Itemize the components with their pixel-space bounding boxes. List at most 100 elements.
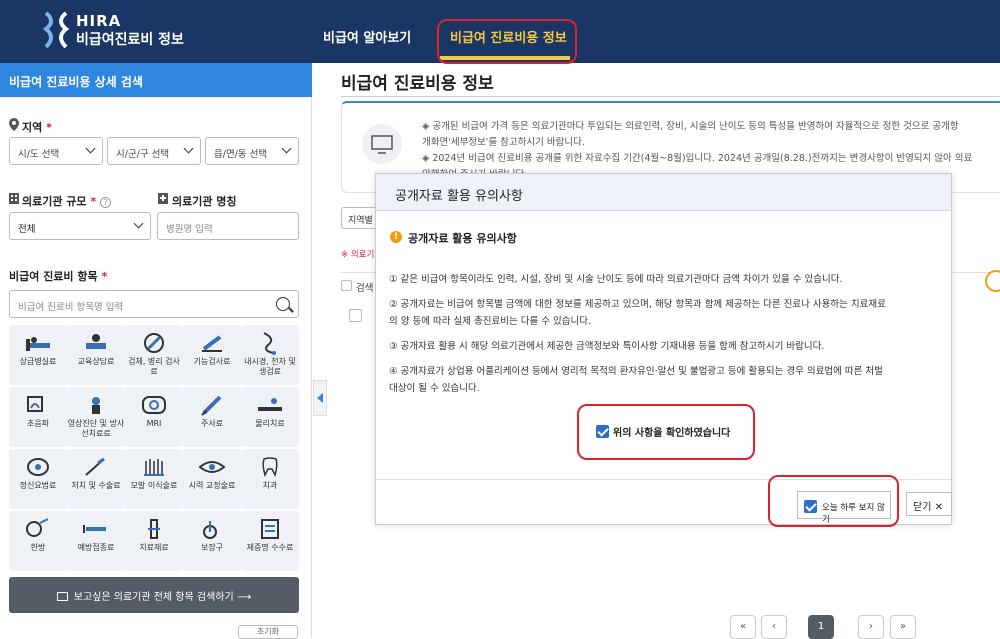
category-materials[interactable]: 치료재료	[125, 511, 183, 571]
first-page-button[interactable]: «	[730, 615, 756, 639]
item-search-input[interactable]: 비급여 진료비 항목명 입력	[9, 290, 299, 318]
modal-paragraph-2: ② 공개자료는 비급여 항목별 금액에 대한 정보를 제공하고 있으며, 해당 …	[389, 299, 886, 310]
category-oriental[interactable]: 한방	[9, 511, 67, 571]
scalpel-icon	[85, 457, 105, 476]
category-imaging[interactable]: 영상진단 및 방사선치료료	[67, 387, 125, 447]
logo-title[interactable]: HIRA	[76, 12, 121, 30]
close-button[interactable]: 닫기 ✕	[906, 492, 952, 516]
scale-select[interactable]: 전체	[9, 212, 151, 240]
info-circle-icon[interactable]	[985, 270, 1000, 292]
ultrasound-icon	[27, 396, 43, 412]
modal-paragraph-4: ④ 공개자료가 상업용 어플리케이션 등에서 영리적 목적의 환자유인·알선 및…	[389, 366, 883, 377]
hospital-list-icon	[56, 592, 68, 601]
sido-select[interactable]: 시/도 선택	[9, 137, 103, 165]
chevron-down-icon	[183, 143, 194, 154]
page-1-button[interactable]: 1	[808, 615, 834, 639]
vaccine-icon	[83, 525, 106, 533]
sidebar-collapse-toggle[interactable]	[313, 380, 327, 416]
search-all-button[interactable]: 보고싶은 의료기관 전체 항목 검색하기 ⟶	[9, 577, 299, 613]
physiotherapy-icon	[258, 398, 282, 411]
xray-icon	[92, 397, 100, 414]
notice-line-3: ◈ 2024년 비급여 진료비용 공개를 위한 자료수집 기간(4월~8월)입니…	[422, 153, 973, 164]
highlight-noshow-annotation	[768, 475, 899, 527]
sigungu-select[interactable]: 시/군/구 선택	[107, 137, 201, 165]
category-vision[interactable]: 시력 교정술료	[183, 449, 241, 509]
category-surgery[interactable]: 처치 및 수술료	[67, 449, 125, 509]
hospital-name-input[interactable]: 병원명 입력	[157, 212, 299, 240]
consult-icon	[86, 334, 106, 349]
category-injection[interactable]: 주사료	[183, 387, 241, 447]
location-pin-icon	[9, 118, 19, 131]
divider	[341, 96, 1000, 97]
building-icon	[9, 193, 19, 204]
modal-title: 공개자료 활용 유의사항	[376, 174, 951, 211]
last-page-button[interactable]: »	[890, 615, 916, 639]
scale-label: 의료기관 규모 * ?	[22, 193, 112, 209]
modal-subtitle: 공개자료 활용 유의사항	[408, 232, 517, 245]
nav-learn[interactable]: 비급여 알아보기	[323, 27, 411, 46]
function-test-icon	[202, 335, 222, 352]
hospital-bed-icon	[26, 337, 50, 351]
microscope-icon	[144, 333, 164, 353]
chevron-down-icon	[85, 143, 96, 154]
notice-modal: 공개자료 활용 유의사항 ! 공개자료 활용 유의사항 ① 같은 비급여 항목이…	[375, 173, 952, 525]
name-label: 의료기관 명칭	[172, 195, 237, 208]
row-checkbox[interactable]	[349, 309, 362, 322]
category-mri[interactable]: MRI	[125, 387, 183, 447]
notice-line-2: 개화면'세부정보'를 참고하시기 바랍니다.	[422, 137, 585, 148]
hair-icon	[144, 459, 164, 476]
category-function[interactable]: 기능검사료	[183, 325, 241, 385]
category-education[interactable]: 교육상담료	[67, 325, 125, 385]
category-ultrasound[interactable]: 초음파	[9, 387, 67, 447]
category-physiotherapy[interactable]: 물리치료	[241, 387, 299, 447]
category-ward[interactable]: 상급병실료	[9, 325, 67, 385]
highlight-nav-annotation	[437, 19, 577, 64]
modal-paragraph-3: ③ 공개자료 활용 시 해당 의료기관에서 제공한 금액정보와 특이사항 기재내…	[389, 341, 825, 352]
eupmyeondong-select[interactable]: 읍/면/동 선택	[205, 137, 299, 165]
help-icon[interactable]: ?	[100, 197, 112, 208]
search-column-header: 검색	[356, 283, 374, 294]
notice-line-1: ◈ 공개된 비급여 가격 등은 의료기관마다 투입되는 의료인력, 장비, 시술…	[422, 121, 959, 132]
mri-scanner-icon	[142, 396, 166, 414]
chevron-down-icon	[281, 143, 292, 154]
category-psychotherapy[interactable]: 정신요법료	[9, 449, 67, 509]
category-pathology[interactable]: 검체, 병리 검사료	[125, 325, 183, 385]
category-dental[interactable]: 치과	[241, 449, 299, 509]
implant-icon	[148, 519, 160, 539]
highlight-confirm-annotation	[577, 404, 755, 460]
modal-paragraph-4-cont: 대상이 될 수 있습니다.	[389, 383, 480, 394]
eye-icon	[198, 461, 226, 473]
wheelchair-icon	[203, 521, 217, 539]
reset-button[interactable]: 초기화	[238, 625, 298, 639]
arrow-right-icon: ⟶	[236, 592, 252, 603]
acupuncture-icon	[26, 518, 49, 537]
hira-logo-icon[interactable]	[42, 11, 70, 49]
tooth-icon	[262, 457, 278, 478]
modal-paragraph-2-cont: 의 양 등에 따라 실제 총진료비는 다를 수 있습니다.	[389, 316, 591, 327]
document-icon	[261, 519, 279, 539]
bg-note: ※ 의료기	[341, 250, 375, 260]
category-endoscopy[interactable]: 내시경, 천자 및 생검료	[241, 325, 299, 385]
sidebar: 비급여 진료비용 상세 검색 지역 * 시/도 선택 시/군/구 선택 읍/면/…	[0, 63, 312, 639]
logo-subtitle[interactable]: 비급여진료비 정보	[76, 29, 184, 49]
region-label: 지역 *	[22, 121, 52, 134]
category-assistive[interactable]: 보장구	[183, 511, 241, 571]
modal-paragraph-1: ① 같은 비급여 항목이라도 인력, 시설, 장비 및 시술 난이도 등에 따라…	[389, 274, 843, 285]
search-icon[interactable]	[276, 297, 290, 311]
chevron-down-icon	[133, 218, 144, 229]
endoscope-icon	[263, 332, 276, 355]
category-hair-transplant[interactable]: 모발 이식술료	[125, 449, 183, 509]
syringe-icon	[201, 395, 222, 416]
page-title: 비급여 진료비용 정보	[341, 74, 494, 94]
items-label: 비급여 진료비 항목 *	[9, 270, 108, 283]
category-vaccination[interactable]: 예방접종료	[67, 511, 125, 571]
hospital-icon	[158, 193, 168, 204]
next-page-button[interactable]: ›	[858, 615, 884, 639]
sidebar-title: 비급여 진료비용 상세 검색	[0, 63, 312, 97]
warning-icon: !	[390, 231, 402, 243]
category-certificate[interactable]: 제증명 수수료	[241, 511, 299, 571]
brain-icon	[27, 458, 49, 476]
prev-page-button[interactable]: ‹	[761, 615, 787, 639]
monitor-info-icon	[362, 124, 402, 164]
list-icon	[341, 280, 352, 291]
